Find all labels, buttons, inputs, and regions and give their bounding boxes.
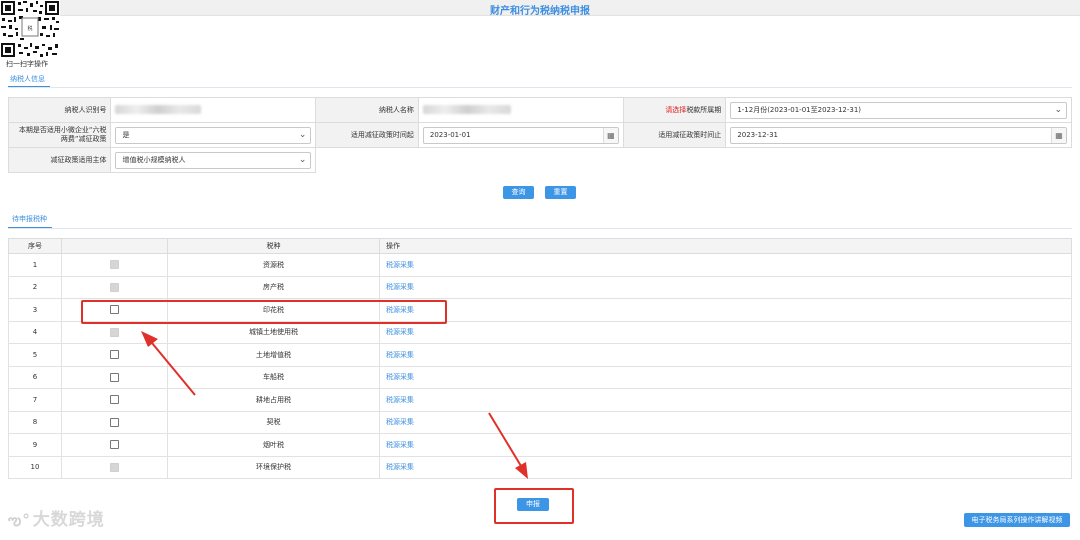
submit-button[interactable]: 申报: [517, 498, 549, 511]
arrow-to-checkbox: [141, 331, 196, 396]
watermark: ఌ° 大数跨境: [8, 505, 105, 533]
help-video-button[interactable]: 电子税务局系列操作讲解视频: [964, 513, 1070, 527]
watermark-text: 大数跨境: [32, 510, 105, 530]
annotation-arrows: [141, 331, 528, 479]
arrow-to-submit: [488, 412, 528, 479]
brand-logo-icon: ఌ°: [8, 511, 31, 529]
